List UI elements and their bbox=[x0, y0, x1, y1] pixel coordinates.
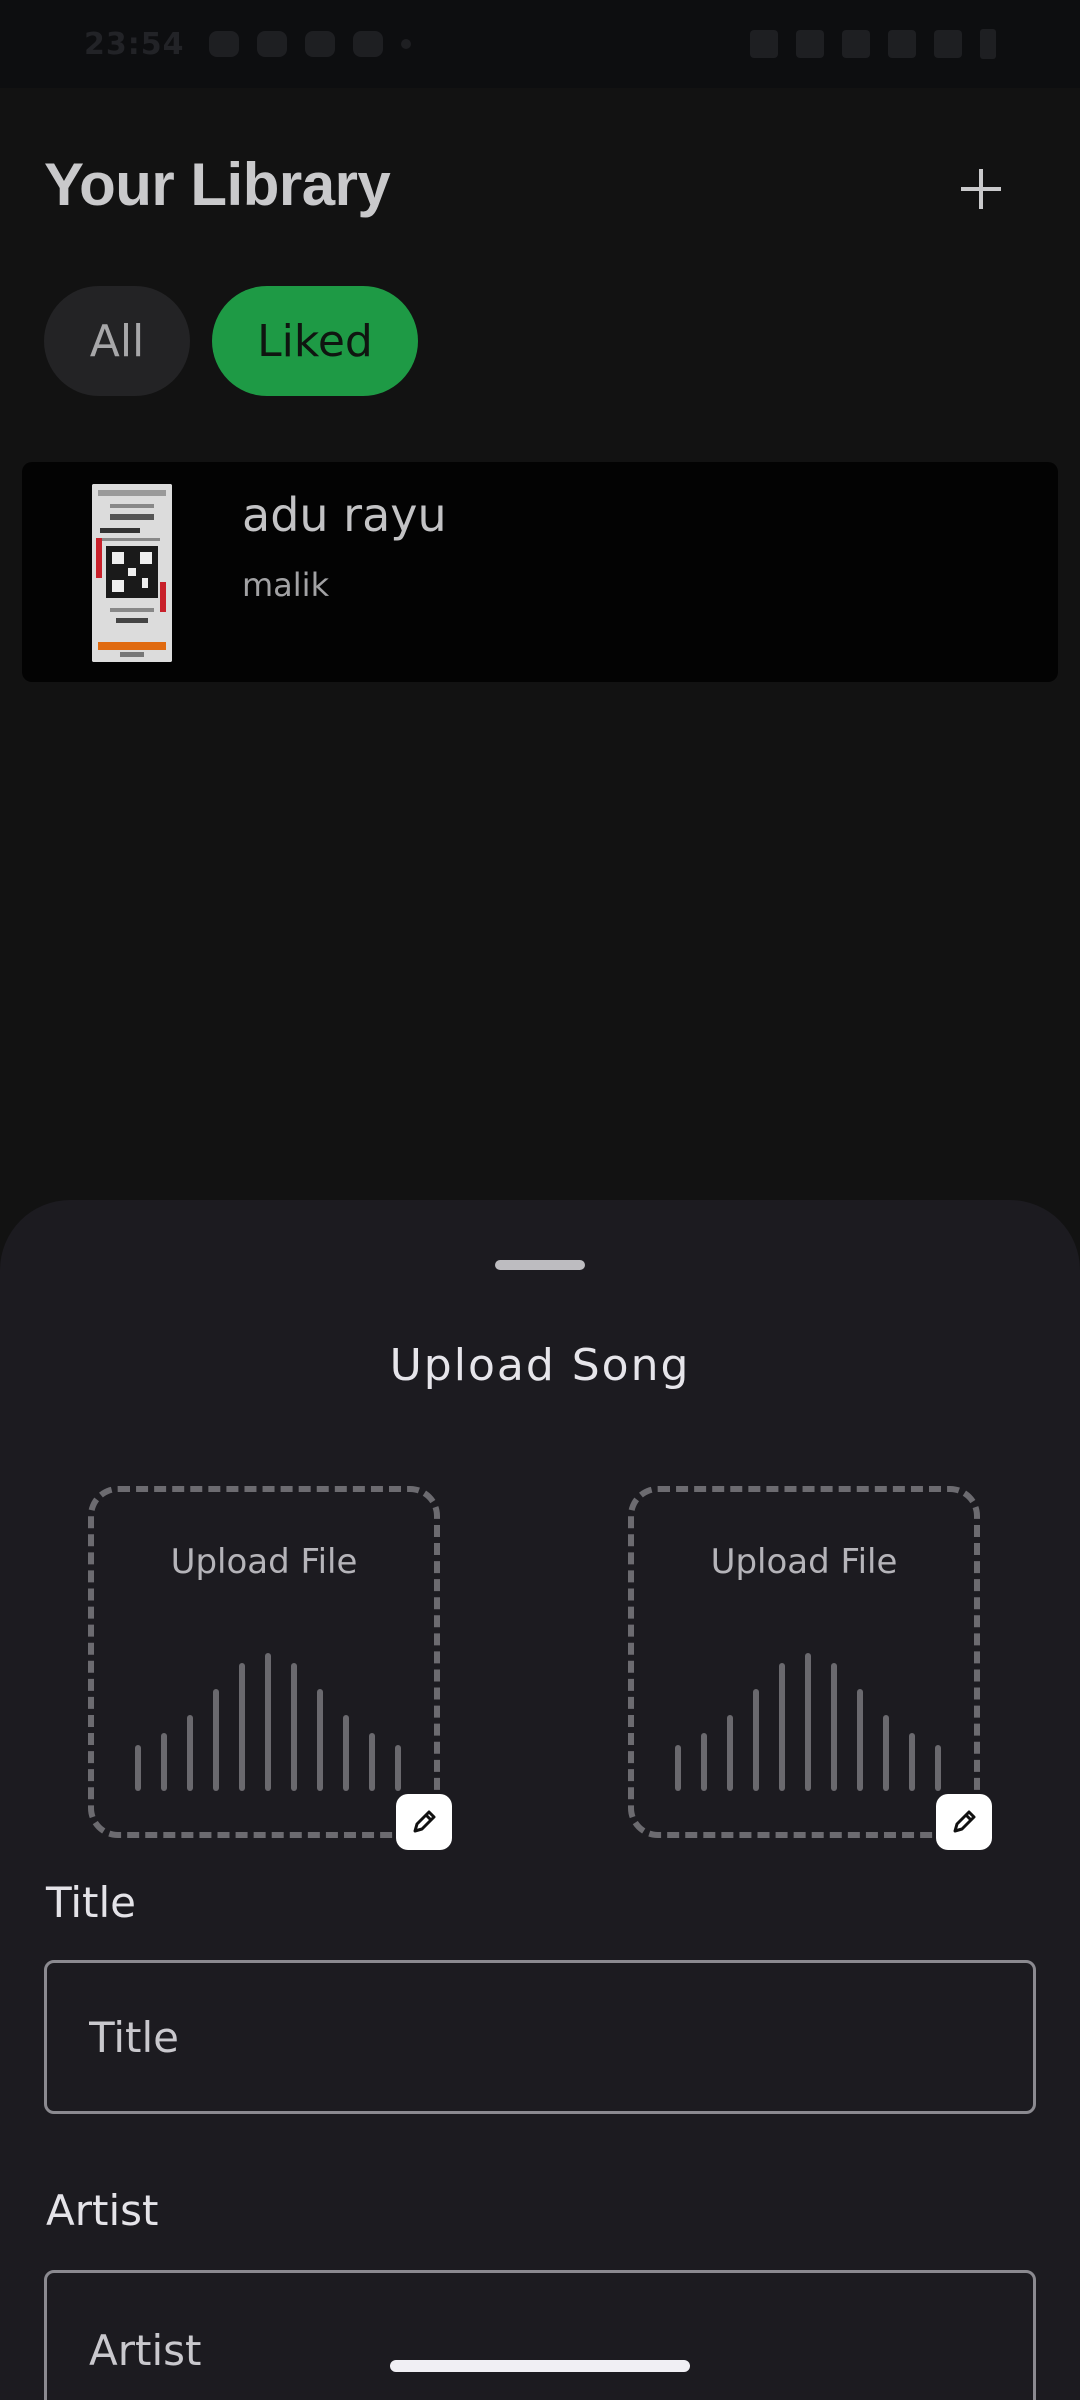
upload-file-box-left[interactable]: Upload File bbox=[88, 1486, 440, 1838]
filter-chip-label: All bbox=[89, 315, 145, 367]
signal-icon bbox=[934, 30, 962, 58]
mute-icon bbox=[796, 30, 824, 58]
notification-icon bbox=[304, 31, 335, 57]
screen: 23:54 Your Library All Liked adu rayu ma… bbox=[0, 0, 1080, 2400]
more-notifications-dot-icon bbox=[400, 39, 411, 49]
upload-file-box-right[interactable]: Upload File bbox=[628, 1486, 980, 1838]
filter-chip-liked[interactable]: Liked bbox=[212, 286, 418, 396]
edit-upload-button[interactable] bbox=[936, 1794, 992, 1850]
pencil-icon bbox=[413, 1810, 436, 1833]
plus-icon bbox=[961, 169, 1001, 209]
upload-file-label: Upload File bbox=[170, 1542, 358, 1582]
title-input[interactable] bbox=[44, 1960, 1036, 2114]
song-thumbnail bbox=[92, 484, 172, 662]
song-artist: malik bbox=[242, 566, 330, 604]
filter-chip-label: Liked bbox=[257, 315, 373, 367]
status-bar: 23:54 bbox=[0, 0, 1080, 88]
song-thumbnail-image bbox=[92, 484, 172, 662]
upload-file-label: Upload File bbox=[710, 1542, 898, 1582]
waveform-icon bbox=[135, 1653, 401, 1791]
nfc-icon bbox=[750, 30, 778, 58]
artist-input[interactable] bbox=[44, 2270, 1036, 2400]
drag-handle[interactable] bbox=[495, 1260, 585, 1270]
status-time: 23:54 bbox=[84, 26, 185, 62]
library-screen: Your Library All Liked adu rayu malik bbox=[0, 88, 1080, 1200]
filter-chip-all[interactable]: All bbox=[44, 286, 190, 396]
sheet-title: Upload Song bbox=[389, 1340, 691, 1391]
system-icons bbox=[750, 29, 996, 59]
add-button[interactable] bbox=[950, 158, 1012, 220]
song-title: adu rayu bbox=[242, 488, 447, 542]
page-title: Your Library bbox=[44, 151, 391, 218]
notification-icons bbox=[208, 31, 411, 57]
artist-field-label: Artist bbox=[46, 2186, 159, 2235]
notification-icon bbox=[208, 31, 239, 57]
edit-upload-button[interactable] bbox=[396, 1794, 452, 1850]
battery-icon bbox=[980, 29, 996, 59]
pencil-icon bbox=[953, 1810, 976, 1833]
upload-song-bottom-sheet: Upload Song Upload File Upload File Titl… bbox=[0, 1200, 1080, 2400]
data-icon bbox=[842, 30, 870, 58]
notification-icon bbox=[256, 31, 287, 57]
notification-icon bbox=[352, 31, 383, 57]
song-list-item[interactable]: adu rayu malik bbox=[22, 462, 1058, 682]
title-field-label: Title bbox=[46, 1878, 137, 1927]
home-indicator[interactable] bbox=[390, 2360, 690, 2372]
wifi-icon bbox=[888, 30, 916, 58]
waveform-icon bbox=[675, 1653, 941, 1791]
